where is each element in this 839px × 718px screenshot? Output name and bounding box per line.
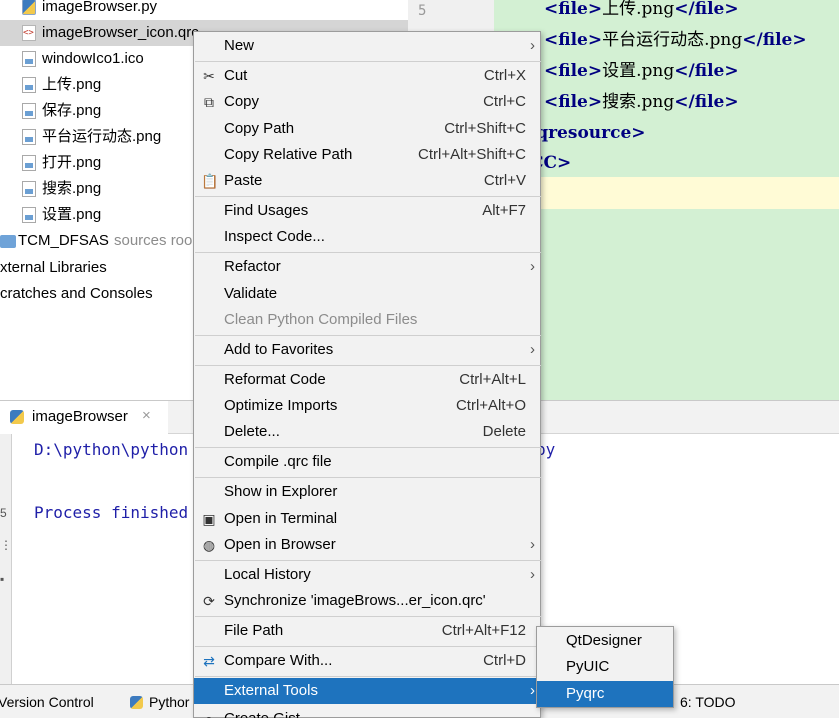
chevron-right-icon: ›	[530, 536, 535, 553]
rerun-icon[interactable]: 5	[0, 506, 7, 520]
menu-item-find-usages[interactable]: Find Usages Alt+F7	[194, 198, 540, 224]
menu-separator	[195, 196, 541, 197]
menu-separator	[195, 365, 541, 366]
menu-item-paste[interactable]: 📋 Paste Ctrl+V	[194, 168, 540, 194]
menu-separator	[195, 447, 541, 448]
tree-item-label: windowIco1.ico	[42, 50, 144, 67]
external-tools-submenu: QtDesigner PyUIC Pyqrc	[536, 626, 674, 708]
menu-item-reformat-code[interactable]: Reformat Code Ctrl+Alt+L	[194, 367, 540, 393]
scissors-icon: ✂	[203, 68, 215, 84]
menu-item-file-path[interactable]: File Path Ctrl+Alt+F12	[194, 618, 540, 644]
menu-separator	[195, 477, 541, 478]
globe-icon: ◍	[202, 537, 216, 553]
submenu-item-qtdesigner[interactable]: QtDesigner	[537, 628, 673, 654]
menu-item-compare-with[interactable]: ⇄ Compare With... Ctrl+D	[194, 648, 540, 674]
image-file-icon	[22, 155, 36, 171]
code-line: <file>搜索.png</file>	[544, 92, 739, 112]
tree-item-label: 设置.png	[42, 206, 102, 223]
menu-item-show-in-explorer[interactable]: Show in Explorer	[194, 479, 540, 505]
copy-icon: ⧉	[204, 94, 214, 110]
menu-item-external-tools[interactable]: External Tools ›	[194, 678, 540, 704]
chevron-right-icon: ›	[530, 258, 535, 275]
compare-icon: ⇄	[203, 653, 215, 669]
menu-item-refactor[interactable]: Refactor ›	[194, 254, 540, 280]
code-line: <file>设置.png</file>	[544, 61, 739, 81]
tree-item-label: imageBrowser_icon.qrc	[42, 24, 199, 41]
submenu-item-pyuic[interactable]: PyUIC	[537, 654, 673, 680]
menu-separator	[195, 676, 541, 677]
python-run-icon	[10, 410, 24, 424]
menu-item-optimize-imports[interactable]: Optimize Imports Ctrl+Alt+O	[194, 393, 540, 419]
menu-item-copy[interactable]: ⧉ Copy Ctrl+C	[194, 89, 540, 115]
menu-item-open-in-browser[interactable]: ◍ Open in Browser ›	[194, 532, 540, 558]
tree-item-label: 打开.png	[42, 154, 102, 171]
tree-item-label: cratches and Consoles	[0, 285, 153, 302]
tree-item-label: TCM_DFSAS	[18, 232, 109, 249]
tree-item-label: 平台运行动态.png	[42, 128, 162, 145]
menu-item-add-to-favorites[interactable]: Add to Favorites ›	[194, 337, 540, 363]
source-root-hint: sources roo	[114, 232, 193, 249]
run-side-toolbar: 5 ⋮ ▪	[0, 434, 12, 684]
image-file-icon	[22, 181, 36, 197]
context-menu: New › ✂ Cut Ctrl+X ⧉ Copy Ctrl+C Copy Path Ctr…	[193, 31, 541, 718]
sync-icon: ⟳	[203, 593, 215, 609]
qrc-file-icon	[22, 20, 36, 46]
image-file-icon	[22, 103, 36, 119]
menu-separator	[195, 252, 541, 253]
chevron-right-icon: ›	[530, 37, 535, 54]
tree-item-label: xternal Libraries	[0, 259, 107, 276]
todo-button[interactable]: 6: TODO	[680, 689, 736, 715]
menu-item-compile-qrc[interactable]: Compile .qrc file	[194, 449, 540, 475]
python-icon	[130, 696, 143, 709]
chevron-right-icon: ›	[530, 682, 535, 699]
folder-icon	[0, 235, 16, 248]
chevron-right-icon: ›	[530, 341, 535, 358]
menu-item-copy-path[interactable]: Copy Path Ctrl+Shift+C	[194, 116, 540, 142]
menu-item-delete[interactable]: Delete... Delete	[194, 419, 540, 445]
image-file-icon	[22, 129, 36, 145]
line-number: 5	[418, 3, 427, 19]
run-tab-label: imageBrowser	[32, 408, 128, 425]
image-file-icon	[22, 77, 36, 93]
console-line: Process finished	[34, 503, 189, 522]
tree-item-label: 搜索.png	[42, 180, 102, 197]
menu-item-synchronize[interactable]: ⟳ Synchronize 'imageBrows...er_icon.qrc'	[194, 588, 540, 614]
menu-item-validate[interactable]: Validate	[194, 281, 540, 307]
tree-item-label: 上传.png	[42, 76, 102, 93]
tree-item-label: 保存.png	[42, 102, 102, 119]
image-file-icon	[22, 51, 36, 67]
paste-icon: 📋	[201, 173, 219, 189]
menu-item-local-history[interactable]: Local History ›	[194, 562, 540, 588]
code-line: <file>上传.png</file>	[544, 0, 739, 19]
menu-item-cut[interactable]: ✂ Cut Ctrl+X	[194, 63, 540, 89]
run-tab-imagebrowser[interactable]: imageBrowser ×	[0, 401, 168, 434]
console-line: D:\python\python	[34, 440, 189, 459]
code-line: <file>平台运行动态.png</file>	[544, 30, 807, 50]
github-icon: ●	[201, 706, 217, 718]
menu-separator	[195, 616, 541, 617]
code-line: /qresource>	[530, 123, 646, 143]
menu-separator	[195, 560, 541, 561]
more-icon[interactable]: ⋮	[0, 538, 12, 552]
chevron-right-icon: ›	[530, 566, 535, 583]
stop-icon[interactable]: ▪	[0, 572, 4, 586]
python-console-button[interactable]: Pythor	[130, 689, 189, 715]
caret-row-highlight	[494, 177, 839, 209]
menu-item-clean-python-compiled-files: Clean Python Compiled Files	[224, 311, 418, 328]
menu-item-create-gist[interactable]: ●Create Gist...	[194, 706, 540, 718]
menu-item-copy-relative-path[interactable]: Copy Relative Path Ctrl+Alt+Shift+C	[194, 142, 540, 168]
tree-item-label: imageBrowser.py	[42, 0, 158, 15]
menu-separator	[195, 335, 541, 336]
version-control-button[interactable]: Version Control	[0, 689, 94, 715]
menu-item-inspect-code[interactable]: Inspect Code...	[194, 224, 540, 250]
terminal-icon: ▣	[202, 511, 216, 527]
menu-item-new[interactable]: New ›	[194, 33, 540, 59]
image-file-icon	[22, 207, 36, 223]
python-file-icon	[22, 0, 36, 15]
submenu-item-pyqrc[interactable]: Pyqrc	[537, 681, 673, 707]
close-icon[interactable]: ×	[142, 407, 151, 424]
menu-separator	[195, 646, 541, 647]
menu-separator	[195, 61, 541, 62]
menu-item-open-in-terminal[interactable]: ▣ Open in Terminal	[194, 506, 540, 532]
